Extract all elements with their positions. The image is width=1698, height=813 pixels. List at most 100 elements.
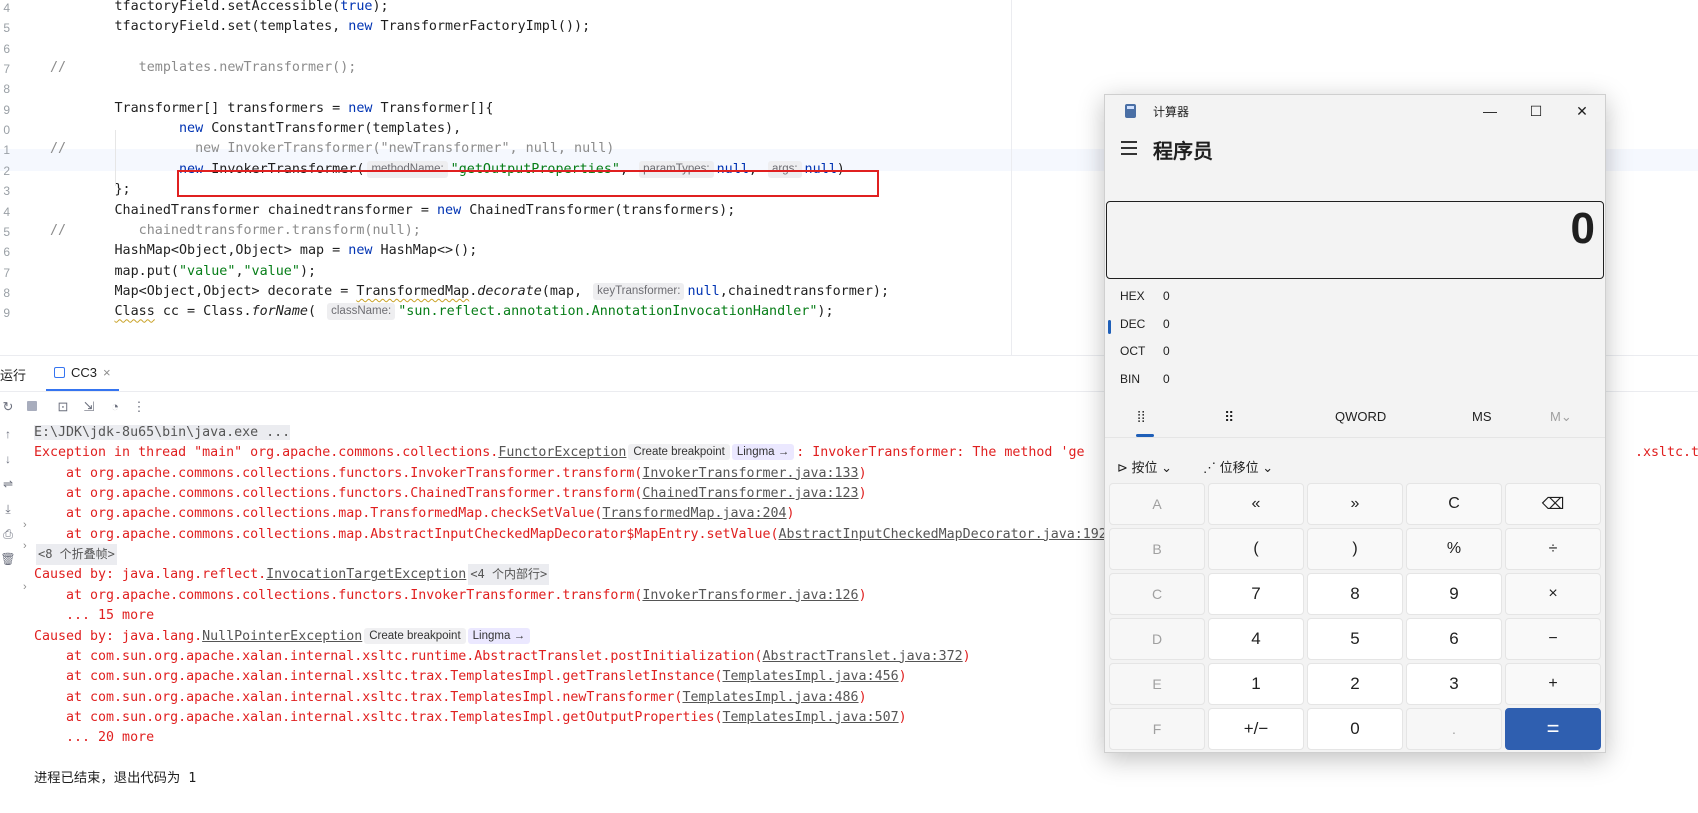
code-token: "value": [243, 263, 300, 279]
code-line[interactable]: tfactoryField.setAccessible(true);: [50, 0, 388, 18]
key-4[interactable]: 4: [1208, 618, 1304, 660]
code-line[interactable]: Transformer[] transformers = new Transfo…: [50, 98, 493, 120]
stacktrace-link[interactable]: AbstractTranslet.java:372: [763, 649, 963, 664]
stacktrace-link[interactable]: FunctorException: [498, 445, 626, 460]
key-.[interactable]: .: [1406, 708, 1502, 750]
camera-icon[interactable]: ⊡: [55, 399, 71, 415]
folded-frames[interactable]: <4 个内部行>: [468, 564, 550, 586]
key-6[interactable]: 6: [1406, 618, 1502, 660]
console-line: at com.sun.org.apache.xalan.internal.xsl…: [34, 687, 867, 708]
key-5[interactable]: 5: [1307, 618, 1403, 660]
key-7[interactable]: 7: [1208, 573, 1304, 615]
code-line[interactable]: new ConstantTransformer(templates),: [50, 118, 461, 140]
lingma-button[interactable]: Lingma →: [467, 627, 531, 644]
menu-icon[interactable]: [1121, 141, 1137, 155]
restore-layout-icon[interactable]: ⇲: [81, 399, 97, 415]
code-line[interactable]: map.put("value","value");: [50, 261, 316, 283]
create-breakpoint-button[interactable]: Create breakpoint: [628, 444, 730, 461]
key-⌫[interactable]: ⌫: [1505, 483, 1601, 525]
trash-icon[interactable]: 🗑: [0, 551, 16, 567]
key-+/−[interactable]: +/−: [1208, 708, 1304, 750]
key-−[interactable]: −: [1505, 618, 1601, 660]
expand-chevron-icon[interactable]: ›: [23, 540, 27, 552]
key-([interactable]: (: [1208, 528, 1304, 570]
code-token: );: [817, 304, 834, 320]
stacktrace-link[interactable]: TemplatesImpl.java:456: [722, 669, 898, 684]
key-+[interactable]: +: [1505, 663, 1601, 705]
code-line[interactable]: HashMap<Object,Object> map = new HashMap…: [50, 240, 477, 262]
calculator-titlebar[interactable]: 计算器 — ☐ ✕: [1105, 95, 1605, 127]
stacktrace-link[interactable]: TransformedMap.java:204: [602, 506, 786, 521]
console-line: 进程已结束，退出代码为 1: [34, 768, 196, 789]
scroll-up-icon[interactable]: ↑: [0, 426, 16, 442]
stacktrace-link[interactable]: InvokerTransformer.java:126: [642, 588, 858, 603]
more-options-icon[interactable]: ⋮: [131, 399, 147, 415]
stacktrace-link[interactable]: AbstractInputCheckedMapDecorator.java:19…: [779, 527, 1107, 542]
key-hex-B[interactable]: B: [1109, 528, 1205, 570]
key-×[interactable]: ×: [1505, 573, 1601, 615]
key-1[interactable]: 1: [1208, 663, 1304, 705]
stacktrace-link[interactable]: NullPointerException: [202, 629, 362, 644]
expand-chevron-icon[interactable]: ›: [23, 519, 27, 531]
expand-chevron-icon[interactable]: ›: [23, 581, 27, 593]
minimize-button[interactable]: —: [1467, 95, 1513, 127]
code-line[interactable]: Class cc = Class.forName( className: "sun…: [50, 301, 834, 323]
radix-row-bin[interactable]: BIN 0: [1105, 368, 1605, 394]
stop-icon[interactable]: [24, 399, 40, 415]
tab-cc3[interactable]: CC3 ×: [46, 356, 119, 391]
radix-row-hex[interactable]: HEX 0: [1105, 285, 1605, 311]
lingma-button[interactable]: Lingma →: [731, 444, 795, 461]
stacktrace-link[interactable]: InvocationTargetException: [266, 567, 466, 582]
bit-toggle-keypad-icon[interactable]: ⠿: [1224, 409, 1234, 426]
folded-frames[interactable]: <8 个折叠帧>: [36, 544, 117, 566]
attach-profiler-icon[interactable]: ◔: [107, 399, 123, 415]
stacktrace-link[interactable]: TemplatesImpl.java:486: [682, 690, 858, 705]
soft-wrap-icon[interactable]: ⇌: [0, 476, 16, 492]
tab-label: CC3: [71, 365, 98, 380]
key-9[interactable]: 9: [1406, 573, 1502, 615]
key-hex-C[interactable]: C: [1109, 573, 1205, 615]
key-÷[interactable]: ÷: [1505, 528, 1601, 570]
code-line[interactable]: // new InvokerTransformer("newTransforme…: [50, 138, 614, 160]
create-breakpoint-button[interactable]: Create breakpoint: [364, 627, 466, 644]
key-%[interactable]: %: [1406, 528, 1502, 570]
scroll-to-end-icon[interactable]: ⤓: [0, 501, 16, 517]
code-line[interactable]: // chainedtransformer.transform(null);: [50, 220, 421, 242]
stacktrace-link[interactable]: InvokerTransformer.java:133: [642, 466, 858, 481]
code-line[interactable]: };: [50, 179, 130, 201]
stacktrace-link[interactable]: TemplatesImpl.java:507: [722, 710, 898, 725]
print-icon[interactable]: ⎙: [0, 526, 16, 542]
line-number: 4: [3, 1, 10, 15]
stacktrace-link[interactable]: ChainedTransformer.java:123: [642, 486, 858, 501]
code-line[interactable]: Map<Object,Object> decorate = Transforme…: [50, 281, 889, 303]
code-line[interactable]: // templates.newTransformer();: [50, 57, 356, 79]
scroll-down-icon[interactable]: ↓: [0, 451, 16, 467]
bitshift-dropdown[interactable]: ⋰ 位移位 ⌄: [1203, 457, 1273, 476]
radix-row-oct[interactable]: OCT 0: [1105, 340, 1605, 366]
memory-dropdown-button[interactable]: M⌄: [1550, 409, 1572, 425]
key-)[interactable]: ): [1307, 528, 1403, 570]
rerun-icon[interactable]: ↻: [0, 399, 16, 415]
key-2[interactable]: 2: [1307, 663, 1403, 705]
full-keypad-icon[interactable]: ⁞⁞: [1137, 409, 1145, 426]
radix-row-dec[interactable]: DEC 0: [1105, 313, 1605, 339]
bitwise-dropdown[interactable]: ⊳ 按位 ⌄: [1117, 457, 1172, 476]
key-hex-F[interactable]: F: [1109, 708, 1205, 750]
close-button[interactable]: ✕: [1559, 95, 1605, 127]
key-3[interactable]: 3: [1406, 663, 1502, 705]
key-C[interactable]: C: [1406, 483, 1502, 525]
key-hex-A[interactable]: A: [1109, 483, 1205, 525]
key-«[interactable]: «: [1208, 483, 1304, 525]
memory-store-button[interactable]: MS: [1472, 409, 1492, 424]
maximize-button[interactable]: ☐: [1513, 95, 1559, 127]
key-8[interactable]: 8: [1307, 573, 1403, 615]
close-icon[interactable]: ×: [103, 365, 111, 380]
key-»[interactable]: »: [1307, 483, 1403, 525]
key-=[interactable]: =: [1505, 708, 1601, 750]
code-line[interactable]: ChainedTransformer chainedtransformer = …: [50, 200, 735, 222]
key-hex-E[interactable]: E: [1109, 663, 1205, 705]
word-size-button[interactable]: QWORD: [1335, 409, 1386, 424]
key-hex-D[interactable]: D: [1109, 618, 1205, 660]
code-line[interactable]: tfactoryField.set(templates, new Transfo…: [50, 16, 590, 38]
key-0[interactable]: 0: [1307, 708, 1403, 750]
